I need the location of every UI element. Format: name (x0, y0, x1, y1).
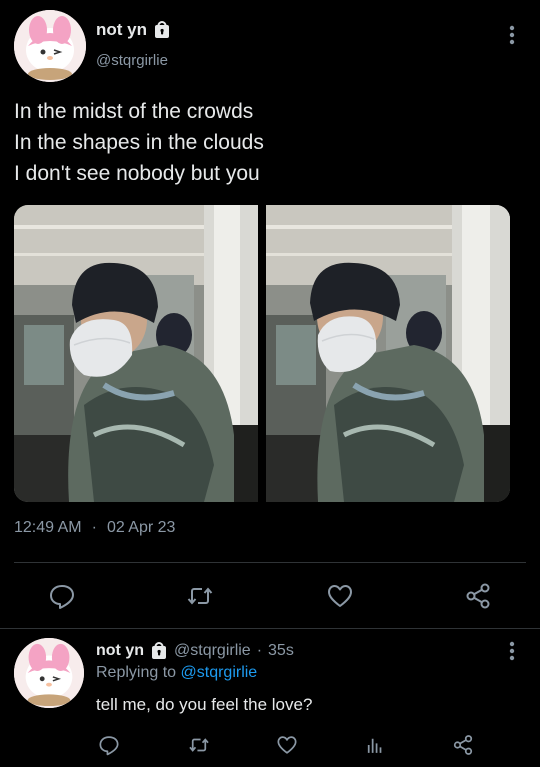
reply-header[interactable]: not yn @stqrgirlie · 35s (96, 642, 294, 660)
lock-icon (150, 642, 168, 660)
tweet-photo-2[interactable] (266, 205, 510, 502)
reply-icon[interactable] (98, 734, 120, 756)
meta-separator: · (91, 519, 97, 536)
like-icon[interactable] (276, 734, 298, 756)
reply-author-avatar[interactable] (14, 638, 84, 708)
reply-author-name[interactable]: not yn (96, 642, 144, 660)
reply-icon[interactable] (48, 582, 76, 610)
reply-author-handle[interactable]: @stqrgirlie (174, 642, 251, 660)
like-icon[interactable] (326, 582, 354, 610)
tweet-text-line: In the shapes in the clouds (14, 131, 264, 154)
replying-to-mention[interactable]: @stqrgirlie (181, 664, 258, 681)
reply-time: 35s (268, 642, 294, 659)
replying-prefix: Replying to (96, 664, 177, 681)
share-icon[interactable] (464, 582, 492, 610)
section-divider (0, 628, 540, 629)
reply-text: tell me, do you feel the love? (96, 695, 313, 714)
tweet-date: 02 Apr 23 (106, 519, 176, 536)
tweet-timestamp[interactable]: 12:49 AM · 02 Apr 23 (14, 519, 175, 537)
author-handle[interactable]: @stqrgirlie (96, 52, 168, 69)
author-name-row[interactable]: not yn (96, 20, 171, 40)
tweet-time: 12:49 AM (14, 519, 82, 536)
more-options-icon[interactable] (504, 24, 520, 46)
retweet-icon[interactable] (188, 734, 210, 756)
retweet-icon[interactable] (186, 582, 214, 610)
author-name[interactable]: not yn (96, 20, 147, 40)
lock-icon (153, 21, 171, 39)
analytics-icon[interactable] (364, 734, 386, 756)
tweet-photo-1[interactable] (14, 205, 258, 502)
author-avatar[interactable] (14, 10, 86, 82)
tweet-text-line: I don't see nobody but you (14, 162, 260, 185)
tweet-text-line: In the midst of the crowds (14, 100, 254, 123)
tweet-text: In the midst of the crowds In the shapes… (14, 96, 264, 189)
tweet-thread: not yn @stqrgirlie In the midst of the c… (0, 0, 540, 767)
divider (14, 562, 526, 563)
reply-more-options-icon[interactable] (504, 640, 520, 662)
reply-time-separator: · (256, 642, 263, 659)
share-icon[interactable] (452, 734, 474, 756)
replying-to: Replying to @stqrgirlie (96, 664, 257, 682)
